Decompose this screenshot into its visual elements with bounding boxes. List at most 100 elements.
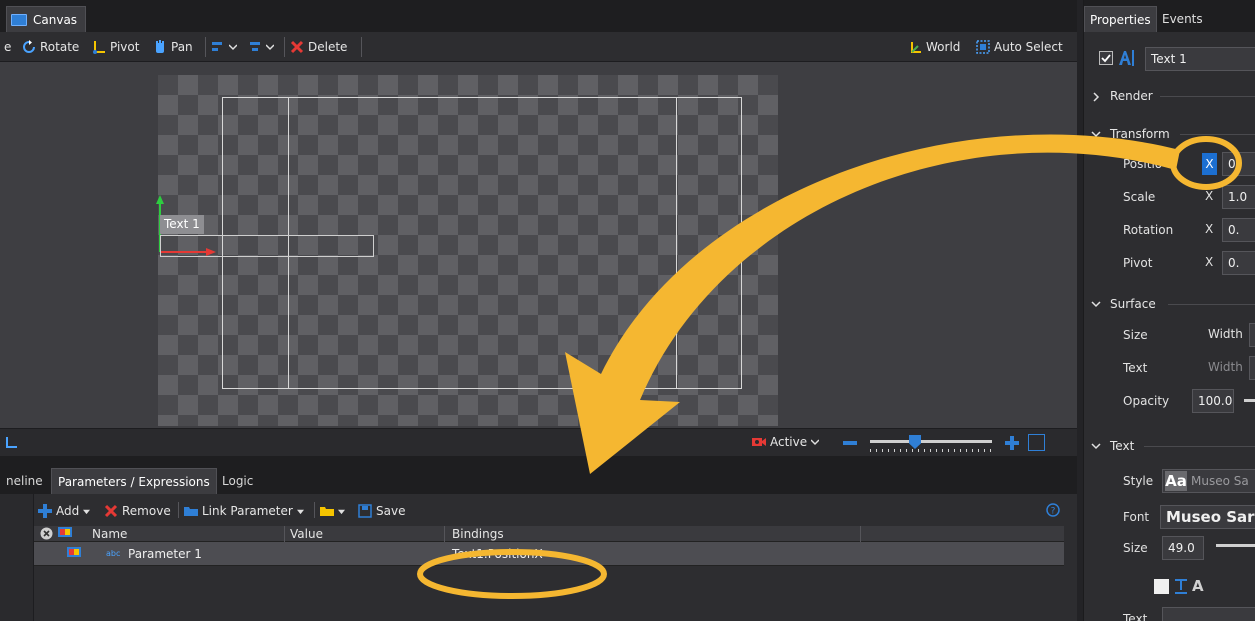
surface-text-label: Text	[1123, 361, 1148, 375]
rotation-x-field[interactable]: 0.	[1222, 218, 1255, 242]
surface-text-row: Text Width	[1084, 353, 1255, 383]
object-name-field[interactable]: Text 1	[1145, 47, 1255, 71]
zoom-slider-ticks	[870, 449, 992, 452]
pivot-button[interactable]: Pivot	[92, 38, 139, 56]
section-rule	[1168, 304, 1255, 305]
monitor-icon	[67, 547, 81, 557]
transform-section-label: Transform	[1110, 127, 1170, 141]
render-section-label: Render	[1110, 89, 1153, 103]
parameter-bindings-cell[interactable]: Text1.PositionX	[452, 542, 543, 566]
text-color-swatch[interactable]	[1154, 579, 1169, 594]
zoom-slider[interactable]	[870, 435, 992, 453]
text-section[interactable]: Text	[1084, 436, 1255, 458]
properties-tabs: Properties Events	[1084, 0, 1255, 32]
parameters-panel: Add Remove Link Parameter Save ? Name Va…	[0, 494, 1077, 621]
clear-circle-icon[interactable]	[40, 527, 53, 540]
canvas-viewport[interactable]: Text 1	[0, 62, 1077, 428]
folder-icon	[320, 507, 334, 516]
zoom-out-icon[interactable]	[842, 435, 858, 451]
pivot-x-axis-label: X	[1205, 255, 1214, 269]
folder-link-icon	[184, 507, 198, 516]
record-camera-icon	[752, 438, 766, 446]
chevron-right-icon	[1093, 92, 1100, 102]
visibility-checkbox[interactable]	[1099, 51, 1113, 65]
monitor-icon	[58, 527, 72, 537]
surface-width-field[interactable]	[1249, 323, 1255, 347]
font-size-slider[interactable]	[1216, 544, 1255, 547]
fit-to-view-icon[interactable]	[1028, 434, 1045, 451]
chevron-down-icon	[1091, 131, 1101, 138]
font-size-row: Size 49.0	[1084, 533, 1255, 563]
rotate-label: Rotate	[40, 40, 80, 54]
tab-canvas-label: Canvas	[33, 12, 78, 27]
active-dropdown[interactable]: Active	[752, 433, 820, 451]
surface-section[interactable]: Surface	[1084, 294, 1255, 316]
font-style-a-icon[interactable]: A	[1192, 577, 1204, 595]
save-disk-icon	[358, 504, 372, 518]
opacity-slider[interactable]	[1244, 399, 1255, 402]
tab-logic[interactable]: Logic	[216, 468, 259, 494]
column-name-header[interactable]: Name	[92, 526, 127, 542]
render-section[interactable]: Render	[1084, 86, 1255, 108]
opacity-field[interactable]: 100.0	[1192, 389, 1234, 413]
text-input-field[interactable]	[1162, 607, 1255, 621]
text-align-icon[interactable]	[1173, 578, 1189, 595]
scale-x-field[interactable]: 1.0	[1222, 185, 1255, 209]
zoom-slider-thumb[interactable]	[909, 435, 921, 449]
zoom-in-icon[interactable]	[1004, 435, 1020, 451]
position-x-field[interactable]: 0.	[1222, 152, 1255, 176]
auto-select-toggle[interactable]: Auto Select	[976, 38, 1063, 56]
open-folder-button[interactable]	[320, 502, 345, 520]
surface-text-width-field[interactable]	[1249, 356, 1255, 380]
rotation-row: Rotation X 0.	[1084, 215, 1255, 245]
column-value-header[interactable]: Value	[290, 526, 323, 542]
section-rule	[1180, 134, 1255, 135]
add-button[interactable]: Add	[38, 502, 91, 520]
chevron-down-icon	[1091, 443, 1101, 450]
tab-parameters-expressions[interactable]: Parameters / Expressions	[51, 468, 217, 494]
pan-button[interactable]: Pan	[153, 38, 193, 56]
link-parameter-button[interactable]: Link Parameter	[184, 502, 304, 520]
align-dropdown-button[interactable]	[211, 38, 237, 56]
distribute-dropdown-button[interactable]	[248, 38, 274, 56]
text-layer-bounds[interactable]	[160, 235, 374, 257]
tab-canvas[interactable]: Canvas	[6, 6, 87, 32]
pivot-row: Pivot X 0.	[1084, 248, 1255, 278]
text-style-row: Style Aa Museo Sa	[1084, 466, 1255, 496]
column-divider	[444, 526, 445, 542]
world-button[interactable]: World	[908, 38, 960, 56]
table-row[interactable]: abc Parameter 1 Text1.PositionX	[34, 542, 1064, 566]
toolbar-truncated-item[interactable]: e	[4, 38, 11, 56]
font-label: Font	[1123, 510, 1150, 524]
column-bindings-header[interactable]: Bindings	[452, 526, 504, 542]
parameter-name-cell[interactable]: Parameter 1	[128, 542, 202, 566]
plus-icon	[38, 504, 52, 518]
toolbar-divider	[361, 37, 362, 57]
link-parameter-label: Link Parameter	[202, 504, 293, 518]
rotate-button[interactable]: Rotate	[22, 38, 79, 56]
surface-size-label: Size	[1123, 328, 1148, 342]
text-style-picker[interactable]: Aa Museo Sa	[1162, 469, 1255, 493]
align-left-icon	[212, 42, 222, 51]
gizmo-mini-icon[interactable]	[4, 435, 18, 449]
font-size-field[interactable]: 49.0	[1162, 536, 1204, 560]
text-layer-label[interactable]: Text 1	[160, 215, 204, 234]
remove-button[interactable]: Remove	[104, 502, 171, 520]
pivot-x-field[interactable]: 0.	[1222, 251, 1255, 275]
section-rule	[1160, 96, 1255, 97]
tab-events[interactable]: Events	[1157, 6, 1208, 32]
rotation-label: Rotation	[1123, 223, 1174, 237]
tab-timeline[interactable]: neline	[0, 468, 49, 494]
chevron-down-icon	[1091, 301, 1101, 308]
transform-section[interactable]: Transform	[1084, 124, 1255, 146]
active-label: Active	[770, 435, 808, 449]
save-button[interactable]: Save	[358, 502, 405, 520]
tab-properties[interactable]: Properties	[1084, 6, 1157, 32]
delete-button[interactable]: Delete	[290, 38, 347, 56]
help-icon[interactable]: ?	[1046, 503, 1060, 517]
position-x-axis-label[interactable]: X	[1202, 153, 1217, 175]
chevron-down-icon	[811, 439, 820, 446]
font-field[interactable]: Museo Sar	[1160, 505, 1255, 529]
scale-label: Scale	[1123, 190, 1156, 204]
canvas-icon	[11, 13, 27, 26]
